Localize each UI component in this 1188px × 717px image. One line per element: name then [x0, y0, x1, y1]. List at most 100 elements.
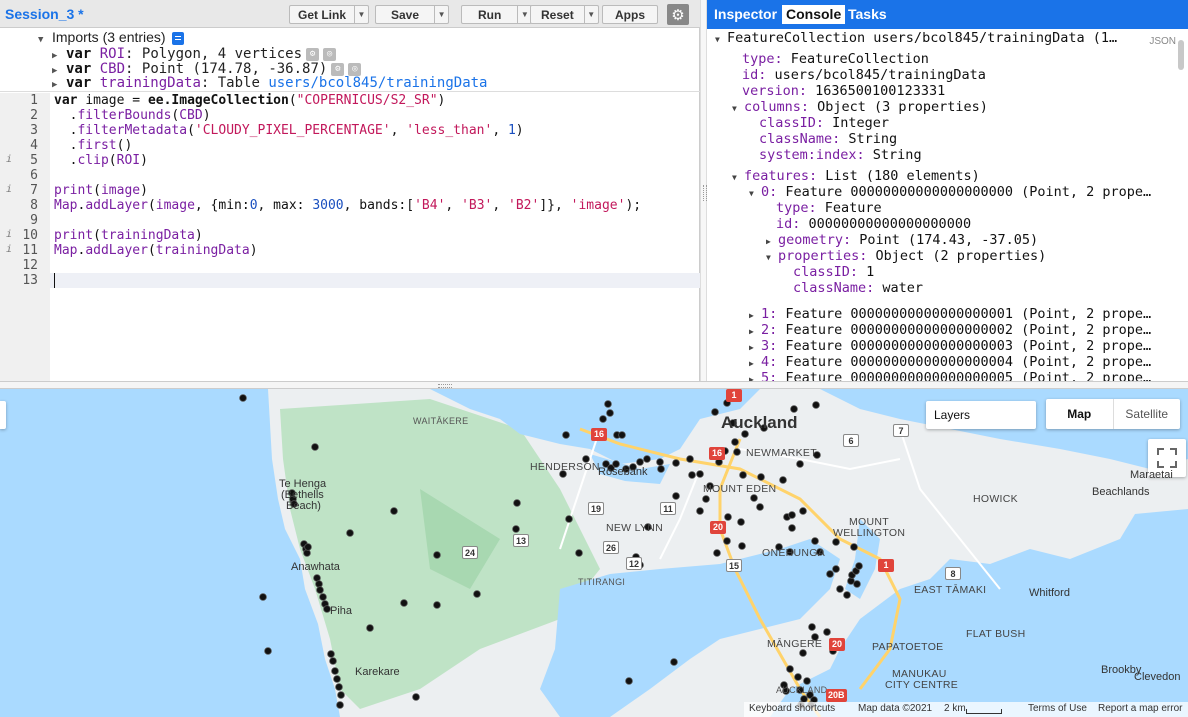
map-type-satellite-button[interactable]: Satellite	[1114, 399, 1181, 429]
code-token: image	[85, 93, 125, 108]
training-point-marker	[723, 537, 731, 545]
reset-button[interactable]: Reset ▼	[530, 5, 599, 24]
console-scrollbar[interactable]	[1178, 40, 1184, 70]
map-label: CITY CENTRE	[885, 679, 959, 691]
horizontal-splitter[interactable]	[0, 381, 1188, 389]
collapse-arrow-icon[interactable]: ▼	[732, 170, 744, 186]
info-icon[interactable]: i	[6, 244, 12, 255]
vertical-splitter[interactable]	[700, 0, 707, 381]
tab-console[interactable]: Console	[782, 5, 846, 24]
get-link-button[interactable]: Get Link ▼	[289, 5, 370, 24]
training-point-marker	[264, 647, 272, 655]
console-tree-row[interactable]: ▼ properties: Object (2 properties)	[766, 248, 1046, 264]
reset-label: Reset	[541, 7, 574, 22]
map-attribution-bar: Keyboard shortcuts Map data ©2021 2 km T…	[744, 702, 1188, 717]
console-value: Feature 00000000000000000000 (Point, 2 p…	[777, 184, 1152, 200]
console-value: FeatureCollection	[782, 51, 929, 67]
code-line[interactable]: .filterMetadata('CLOUDY_PIXEL_PERCENTAGE…	[54, 123, 524, 138]
json-view-button[interactable]: JSON	[1149, 36, 1176, 47]
training-point-marker	[643, 455, 651, 463]
training-point-marker	[757, 473, 765, 481]
collapse-arrow-icon[interactable]: ▼	[766, 250, 778, 266]
show-imports-script-icon[interactable]	[171, 31, 184, 45]
code-line[interactable]: Map.addLayer(image, {min:0, max: 3000, b…	[54, 198, 641, 213]
info-icon[interactable]: i	[6, 184, 12, 195]
report-map-error-link[interactable]: Report a map error	[1098, 703, 1182, 714]
code-line[interactable]: Map.addLayer(trainingData)	[54, 243, 258, 258]
training-point-marker	[337, 691, 345, 699]
geometry-settings-icon[interactable]: ◎	[348, 62, 362, 76]
collapse-arrow-icon[interactable]: ▼	[38, 32, 52, 48]
code-line[interactable]: .filterBounds(CBD)	[54, 108, 211, 123]
info-icon[interactable]: i	[6, 229, 12, 240]
code-line[interactable]: var image = ee.ImageCollection("COPERNIC…	[54, 93, 445, 108]
imports-header[interactable]: ▼ Imports (3 entries)	[38, 29, 184, 45]
road-shield: 7	[893, 424, 909, 437]
code-token: (	[288, 93, 297, 108]
import-var-name[interactable]: ROI	[100, 46, 125, 62]
training-point-marker	[473, 590, 481, 598]
terms-of-use-link[interactable]: Terms of Use	[1028, 703, 1087, 714]
apps-button[interactable]: Apps	[602, 5, 658, 24]
settings-gear-icon[interactable]: ⚙	[667, 4, 689, 25]
geometry-settings-icon[interactable]: ◎	[323, 47, 337, 61]
save-button[interactable]: Save ▼	[375, 5, 450, 24]
code-token: 'CLOUDY_PIXEL_PERCENTAGE'	[194, 123, 391, 138]
run-label: Run	[478, 7, 502, 22]
code-token: clip	[77, 153, 109, 168]
console-root-row[interactable]: ▼ FeatureCollection users/bcol845/trainin…	[715, 30, 1117, 46]
collapse-arrow-icon[interactable]: ▼	[749, 186, 761, 202]
tab-inspector[interactable]: Inspector	[710, 5, 781, 24]
map-type-map-button[interactable]: Map	[1046, 399, 1114, 429]
console-key: className:	[793, 280, 875, 296]
reset-dropdown-icon[interactable]: ▼	[583, 6, 598, 23]
console-key: 3:	[761, 338, 778, 354]
edit-geometry-icon[interactable]: ⚙	[306, 47, 320, 61]
training-point-marker	[711, 408, 719, 416]
code-line[interactable]: .clip(ROI)	[54, 153, 148, 168]
console-key: id:	[742, 67, 767, 83]
console-tree-row[interactable]: ▼ 0: Feature 00000000000000000000 (Point,…	[749, 184, 1151, 200]
map-left-control[interactable]	[0, 401, 6, 429]
code-area[interactable]: var image = ee.ImageCollection("COPERNIC…	[54, 93, 700, 381]
console-tree-row[interactable]: ▼ features: List (180 elements)	[732, 168, 980, 184]
training-point-marker	[329, 657, 337, 665]
import-row-trainingdata[interactable]: ▶ var trainingData: Table users/bcol845/t…	[52, 75, 487, 91]
scale-label[interactable]: 2 km	[944, 703, 966, 714]
console-key: columns:	[744, 99, 810, 115]
code-line[interactable]: print(image)	[54, 183, 148, 198]
code-token: )	[437, 93, 446, 108]
session-title[interactable]: Session_3 *	[5, 6, 84, 22]
console-tree-row[interactable]: ▶ 4: Feature 00000000000000000004 (Point,…	[749, 354, 1151, 370]
import-asset-path[interactable]: users/bcol845/trainingData	[268, 75, 487, 91]
edit-geometry-icon[interactable]: ⚙	[331, 62, 345, 76]
console-value: FeatureCollection users/bcol845/training…	[727, 30, 1118, 46]
training-point-marker	[750, 494, 758, 502]
console-tree-row[interactable]: ▶ 2: Feature 00000000000000000002 (Point,…	[749, 322, 1151, 338]
import-var-name[interactable]: trainingData	[100, 75, 201, 91]
run-button[interactable]: Run ▼	[461, 5, 533, 24]
save-dropdown-icon[interactable]: ▼	[434, 6, 448, 23]
map-view[interactable]: Layers Map Satellite Auckland WAITĀKERE …	[0, 389, 1188, 717]
console-tree-row[interactable]: ▶ 3: Feature 00000000000000000003 (Point,…	[749, 338, 1151, 354]
code-token: (	[187, 123, 195, 138]
collapse-arrow-icon[interactable]: ▼	[715, 32, 727, 48]
get-link-dropdown-icon[interactable]: ▼	[354, 6, 368, 23]
training-point-marker	[319, 593, 327, 601]
training-point-marker	[686, 455, 694, 463]
highway-shield: 1	[726, 389, 742, 402]
code-line[interactable]: print(trainingData)	[54, 228, 203, 243]
collapse-arrow-icon[interactable]: ▼	[732, 101, 744, 117]
expand-arrow-icon[interactable]: ▶	[52, 77, 66, 93]
console-tree-row: id: users/bcol845/trainingData	[742, 67, 986, 83]
import-row-roi[interactable]: ▶ var ROI: Polygon, 4 vertices ⚙ ◎	[52, 46, 337, 62]
console-tree-row[interactable]: ▶ geometry: Point (174.43, -37.05)	[766, 232, 1038, 248]
code-line[interactable]: .first()	[54, 138, 133, 153]
tab-tasks[interactable]: Tasks	[844, 5, 891, 24]
layers-dropdown[interactable]: Layers	[926, 401, 1036, 429]
info-icon[interactable]: i	[6, 154, 12, 165]
console-tree-row[interactable]: ▼ columns: Object (3 properties)	[732, 99, 988, 115]
keyboard-shortcuts-link[interactable]: Keyboard shortcuts	[749, 703, 835, 714]
code-token: 'less_than'	[406, 123, 493, 138]
console-tree-row[interactable]: ▶ 1: Feature 00000000000000000001 (Point,…	[749, 306, 1151, 322]
